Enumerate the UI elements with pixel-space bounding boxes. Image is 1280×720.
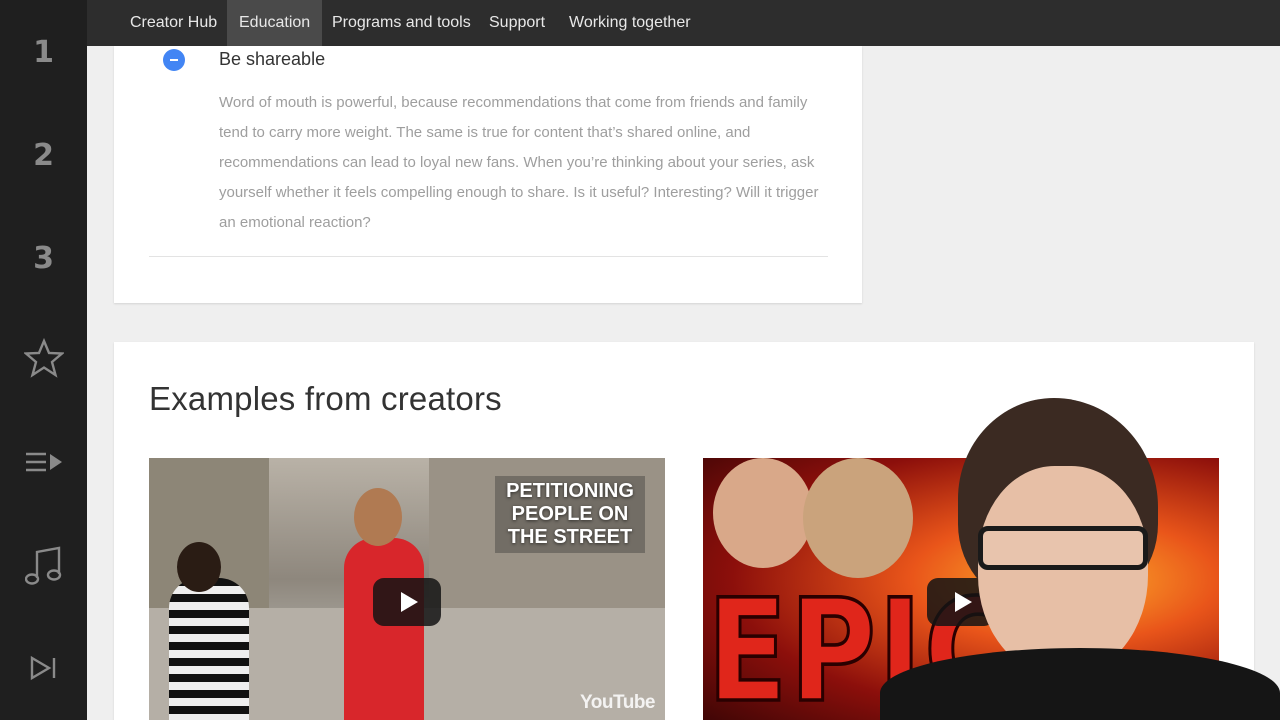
play-button[interactable] bbox=[373, 578, 441, 626]
divider bbox=[149, 256, 828, 257]
top-navigation: Creator Hub Education Programs and tools… bbox=[87, 0, 1280, 46]
sidebar-item-1[interactable]: 1 bbox=[0, 12, 87, 92]
person-red-jacket bbox=[344, 538, 424, 720]
sidebar: 1 2 3 bbox=[0, 0, 87, 720]
nav-support[interactable]: Support bbox=[477, 0, 557, 46]
presenter-face bbox=[978, 466, 1148, 676]
music-note-icon bbox=[24, 546, 61, 585]
sidebar-item-2[interactable]: 2 bbox=[0, 115, 87, 195]
nav-working-together[interactable]: Working together bbox=[557, 0, 703, 46]
presenter-shirt bbox=[880, 648, 1280, 720]
person-striped-shirt bbox=[169, 578, 249, 720]
nav-programs-and-tools[interactable]: Programs and tools bbox=[320, 0, 483, 46]
sidebar-item-favorites[interactable] bbox=[0, 318, 87, 398]
sidebar-item-playlist[interactable] bbox=[0, 422, 87, 502]
sidebar-number-3: 3 bbox=[33, 240, 54, 276]
playlist-icon bbox=[25, 452, 62, 472]
minus-icon bbox=[170, 59, 178, 61]
sidebar-item-next[interactable] bbox=[0, 628, 87, 708]
sidebar-number-1: 1 bbox=[33, 34, 54, 70]
webcam-presenter-overlay bbox=[880, 398, 1280, 720]
shareable-section-card: Be shareable Word of mouth is powerful, … bbox=[114, 46, 862, 303]
nav-education[interactable]: Education bbox=[227, 0, 323, 46]
section-body: Word of mouth is powerful, because recom… bbox=[219, 94, 819, 231]
play-icon bbox=[400, 592, 418, 612]
video-overlay-text: PETITIONING PEOPLE ON THE STREET bbox=[495, 476, 645, 553]
nav-creator-hub[interactable]: Creator Hub bbox=[118, 0, 229, 46]
examples-heading: Examples from creators bbox=[149, 380, 502, 417]
presenter-glasses bbox=[978, 526, 1148, 570]
youtube-watermark: YouTube bbox=[580, 692, 655, 713]
collapse-button[interactable] bbox=[163, 49, 185, 71]
person-face bbox=[713, 458, 813, 568]
person-head bbox=[177, 542, 221, 592]
sidebar-item-3[interactable]: 3 bbox=[0, 218, 87, 298]
star-icon bbox=[23, 338, 64, 378]
skip-next-icon bbox=[30, 655, 55, 681]
sidebar-number-2: 2 bbox=[33, 137, 54, 173]
video-thumbnail-petitioning[interactable]: PETITIONING PEOPLE ON THE STREET YouTube bbox=[149, 458, 665, 720]
section-title: Be shareable bbox=[219, 49, 326, 69]
sidebar-item-music[interactable] bbox=[0, 526, 87, 606]
person-head bbox=[354, 488, 402, 546]
